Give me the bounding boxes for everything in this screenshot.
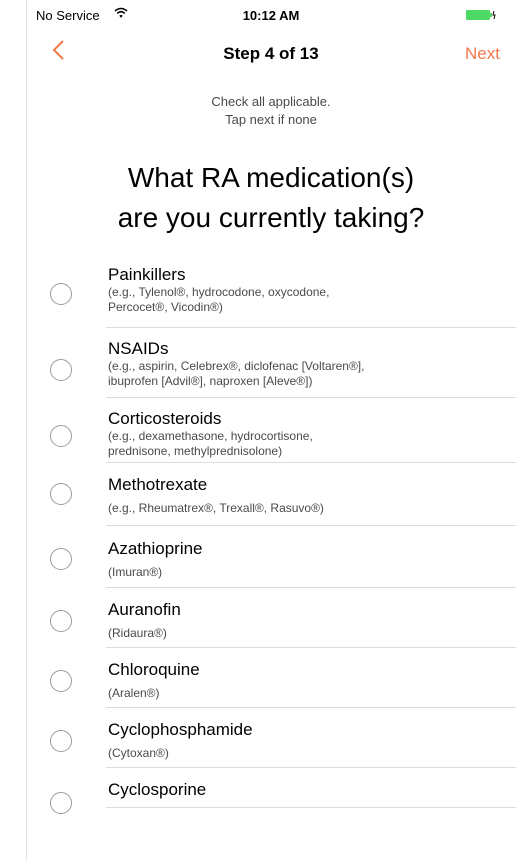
status-time: 10:12 AM (242, 8, 300, 23)
option-cyclophosphamide[interactable]: Cyclophosphamide (Cytoxan®) (26, 708, 516, 768)
option-subtitle: (e.g., aspirin, Celebrex®, diclofenac [V… (108, 359, 365, 373)
option-auranofin[interactable]: Auranofin (Ridaura®) (26, 588, 516, 648)
battery-charging-icon (466, 10, 496, 20)
radio-button[interactable] (50, 283, 72, 305)
radio-button[interactable] (50, 730, 72, 752)
radio-button[interactable] (50, 548, 72, 570)
option-title: Painkillers (108, 265, 186, 284)
option-title: Corticosteroids (108, 409, 222, 428)
option-subtitle: (Imuran®) (108, 565, 163, 579)
option-methotrexate[interactable]: Methotrexate (e.g., Rheumatrex®, Trexall… (26, 463, 516, 526)
step-title: Step 4 of 13 (223, 44, 319, 63)
option-cyclosporine[interactable]: Cyclosporine (26, 768, 516, 814)
medication-options-list: Painkillers (e.g., Tylenol®, hydrocodone… (26, 258, 516, 814)
radio-button[interactable] (50, 670, 72, 692)
option-subtitle: prednisone, methylprednisolone) (108, 444, 283, 458)
radio-button[interactable] (50, 792, 72, 814)
option-corticosteroids[interactable]: Corticosteroids (e.g., dexamethasone, hy… (26, 398, 516, 463)
option-text: Painkillers (e.g., Tylenol®, hydrocodone… (108, 265, 504, 315)
instructions-text: Check all applicable. Tap next if none (26, 93, 516, 129)
option-title: Methotrexate (108, 475, 208, 494)
option-text: Chloroquine (Aralen®) (108, 660, 504, 701)
option-text: Methotrexate (e.g., Rheumatrex®, Trexall… (108, 475, 504, 516)
instructions-line: Check all applicable. (211, 94, 331, 109)
option-nsaids[interactable]: NSAIDs (e.g., aspirin, Celebrex®, diclof… (26, 328, 516, 398)
option-subtitle: (Cytoxan®) (108, 746, 169, 760)
navigation-bar: Step 4 of 13 Next (26, 30, 516, 80)
option-chloroquine[interactable]: Chloroquine (Aralen®) (26, 648, 516, 708)
option-subtitle: (e.g., Tylenol®, hydrocodone, oxycodone, (108, 285, 330, 299)
phone-screen: No Service 10:12 AM Step 4 of 13 Next Ch… (26, 0, 516, 861)
option-title: Azathioprine (108, 539, 203, 558)
option-subtitle: (e.g., dexamethasone, hydrocortisone, (108, 429, 313, 443)
option-text: NSAIDs (e.g., aspirin, Celebrex®, diclof… (108, 339, 504, 389)
option-title: Chloroquine (108, 660, 200, 679)
option-subtitle: Percocet®, Vicodin®) (108, 300, 223, 314)
option-text: Cyclophosphamide (Cytoxan®) (108, 720, 504, 761)
option-subtitle: (e.g., Rheumatrex®, Trexall®, Rasuvo®) (108, 501, 324, 515)
question-line: What RA medication(s) (127, 162, 415, 193)
status-bar: No Service 10:12 AM (26, 0, 516, 30)
option-painkillers[interactable]: Painkillers (e.g., Tylenol®, hydrocodone… (26, 258, 516, 328)
next-button[interactable]: Next (465, 44, 500, 64)
radio-button[interactable] (50, 483, 72, 505)
option-title: NSAIDs (108, 339, 169, 358)
option-title: Cyclophosphamide (108, 720, 253, 739)
radio-button[interactable] (50, 359, 72, 381)
option-subtitle: ibuprofen [Advil®], naproxen [Aleve®]) (108, 374, 313, 388)
question-line: are you currently taking? (117, 202, 425, 233)
option-title: Cyclosporine (108, 780, 207, 799)
option-azathioprine[interactable]: Azathioprine (Imuran®) (26, 526, 516, 588)
question-heading: What RA medication(s) are you currently … (26, 158, 516, 238)
radio-button[interactable] (50, 610, 72, 632)
option-text: Corticosteroids (e.g., dexamethasone, hy… (108, 409, 504, 459)
option-text: Azathioprine (Imuran®) (108, 539, 504, 580)
option-text: Cyclosporine (108, 780, 504, 800)
option-title: Auranofin (108, 600, 181, 619)
option-subtitle: (Ridaura®) (108, 626, 167, 640)
option-subtitle: (Aralen®) (108, 686, 160, 700)
option-text: Auranofin (Ridaura®) (108, 600, 504, 641)
radio-button[interactable] (50, 425, 72, 447)
instructions-line: Tap next if none (225, 112, 317, 127)
